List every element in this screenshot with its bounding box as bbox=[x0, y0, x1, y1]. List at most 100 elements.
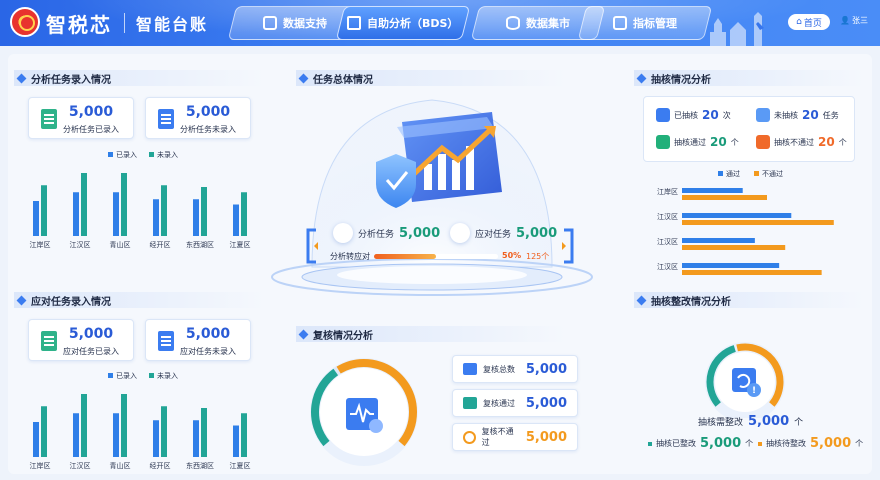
hbar-1-2 bbox=[682, 245, 786, 250]
sampling-chart-legend: 通过 不通过 bbox=[718, 169, 783, 179]
top-header: 智税芯 智能台账 数据支持 自助分析（BDS） 数据集市 指标管理 ⌂ 首页 👤… bbox=[0, 0, 880, 46]
analysis-task-stat: 分析任务 5,000 bbox=[333, 222, 440, 244]
stat-label: 应对任务已录入 bbox=[63, 347, 119, 356]
progress-fill bbox=[374, 254, 436, 259]
stat-value: 5,000 bbox=[68, 104, 114, 120]
legend-entered: 已录入 bbox=[108, 150, 137, 160]
x-tick-label: 江岸区 bbox=[30, 241, 51, 249]
stat-value: 5,000 bbox=[700, 436, 742, 451]
legend-passed: 通过 bbox=[718, 169, 740, 179]
stat-label: 应对任务 bbox=[475, 229, 512, 240]
progress-track bbox=[374, 254, 498, 259]
stat-unit: 个 bbox=[745, 439, 754, 448]
task-overview-illustration bbox=[271, 99, 593, 296]
diamond-icon bbox=[16, 295, 27, 305]
bar-0-3 bbox=[153, 420, 159, 457]
legend-swatch bbox=[718, 171, 723, 176]
bar-1-1 bbox=[81, 173, 87, 236]
home-button[interactable]: ⌂ 首页 bbox=[788, 14, 830, 30]
user-icon: 👤 bbox=[840, 16, 850, 25]
bar-0-0 bbox=[33, 422, 39, 457]
analysis-chart-legend: 已录入 未录入 bbox=[108, 150, 178, 160]
stat-label: 分析任务未录入 bbox=[180, 125, 236, 134]
tab-indicator-management[interactable]: 指标管理 bbox=[577, 6, 713, 40]
user-menu[interactable]: 👤 张三 bbox=[840, 15, 868, 26]
x-tick-label: 经开区 bbox=[150, 461, 171, 470]
bar-1-2 bbox=[121, 173, 127, 236]
stat-unit: 任务 bbox=[822, 110, 839, 120]
brand-title: 智税芯 bbox=[46, 13, 112, 37]
conversion-label: 分析转应对 bbox=[330, 252, 370, 261]
chart-icon bbox=[613, 16, 627, 30]
x-tick-label: 江夏区 bbox=[230, 241, 251, 249]
tab-label: 自助分析（BDS） bbox=[367, 17, 459, 30]
conversion-count: 125个 bbox=[526, 252, 550, 261]
stat-value: 5,000 bbox=[185, 104, 231, 120]
review-value: 5,000 bbox=[525, 361, 567, 377]
sampling-stats-box bbox=[643, 96, 855, 162]
diamond-icon bbox=[636, 73, 647, 83]
hbar-0-2 bbox=[682, 238, 755, 243]
stat-label: 分析任务已录入 bbox=[63, 125, 119, 134]
x-tick-label: 经开区 bbox=[150, 240, 171, 249]
legend-label: 不通过 bbox=[762, 170, 783, 178]
sampled-stat: 已抽核 20 次 bbox=[656, 108, 731, 122]
brand-divider bbox=[124, 13, 125, 33]
bar-1-2 bbox=[121, 394, 127, 457]
home-label: 首页 bbox=[803, 18, 822, 29]
dot-icon bbox=[758, 441, 762, 446]
legend-entered: 已录入 bbox=[108, 371, 137, 381]
not-sampled-stat: 未抽核 20 任务 bbox=[756, 108, 839, 122]
conversion-percent: 50% bbox=[502, 251, 522, 260]
x-tick-label: 江汉区 bbox=[70, 462, 91, 470]
review-passed-card: 复核通过 5,000 bbox=[452, 389, 578, 417]
sampling-horizontal-bar-chart: 江岸区江汉区江汉区江汉区 bbox=[657, 188, 834, 275]
sampling-passed-stat: 抽核通过 20 个 bbox=[656, 135, 739, 149]
rectification-title: 抽核整改情况分析 bbox=[634, 292, 864, 308]
section-title-text: 抽核整改情况分析 bbox=[651, 296, 731, 308]
document-search-icon bbox=[756, 108, 770, 122]
bar-1-4 bbox=[201, 408, 207, 457]
stat-label: 抽核待整改 bbox=[766, 439, 806, 448]
document-check-icon bbox=[656, 135, 670, 149]
stat-value: 20 bbox=[702, 108, 719, 122]
analysis-entry-title: 分析任务录入情况 bbox=[14, 70, 264, 86]
legend-label: 已录入 bbox=[116, 372, 137, 380]
right-bracket-decoration bbox=[562, 228, 574, 264]
bar-0-2 bbox=[113, 192, 119, 236]
x-tick-label: 江夏区 bbox=[230, 462, 251, 470]
hbar-0-1 bbox=[682, 213, 792, 218]
review-title: 复核情况分析 bbox=[296, 326, 566, 342]
stat-value: 20 bbox=[710, 135, 727, 149]
hbar-1-3 bbox=[682, 270, 822, 275]
legend-label: 未录入 bbox=[157, 151, 178, 159]
review-label: 复核不通过 bbox=[481, 427, 514, 447]
bar-0-4 bbox=[193, 420, 199, 457]
review-gauge bbox=[310, 358, 418, 466]
rectification-gauge: ! bbox=[705, 342, 785, 418]
tab-label: 数据支持 bbox=[283, 17, 327, 30]
legend-label: 未录入 bbox=[157, 372, 178, 380]
bar-0-3 bbox=[153, 199, 159, 236]
response-task-icon bbox=[450, 223, 470, 243]
bar-0-1 bbox=[73, 192, 79, 236]
database-icon bbox=[506, 16, 520, 30]
stat-label: 已抽核 bbox=[674, 110, 698, 120]
conversion-progress: 分析转应对 50% 125个 bbox=[330, 251, 550, 263]
rectification-pending-stat: 抽核待整改 5,000 个 bbox=[758, 436, 863, 451]
legend-not-entered: 未录入 bbox=[149, 371, 178, 381]
diamond-icon bbox=[16, 73, 27, 83]
legend-label: 通过 bbox=[726, 170, 740, 178]
legend-swatch bbox=[149, 373, 154, 378]
bar-1-1 bbox=[81, 394, 87, 457]
check-screen-icon bbox=[463, 397, 477, 409]
bar-1-3 bbox=[161, 406, 167, 457]
tab-self-analysis[interactable]: 自助分析（BDS） bbox=[335, 6, 471, 40]
y-tick-label: 江汉区 bbox=[657, 263, 678, 271]
layers-icon bbox=[263, 16, 277, 30]
bar-1-5 bbox=[241, 192, 247, 236]
stat-value: 20 bbox=[818, 135, 835, 149]
bar-0-2 bbox=[113, 413, 119, 457]
bar-chart-icon bbox=[656, 108, 670, 122]
forbidden-icon bbox=[756, 135, 770, 149]
